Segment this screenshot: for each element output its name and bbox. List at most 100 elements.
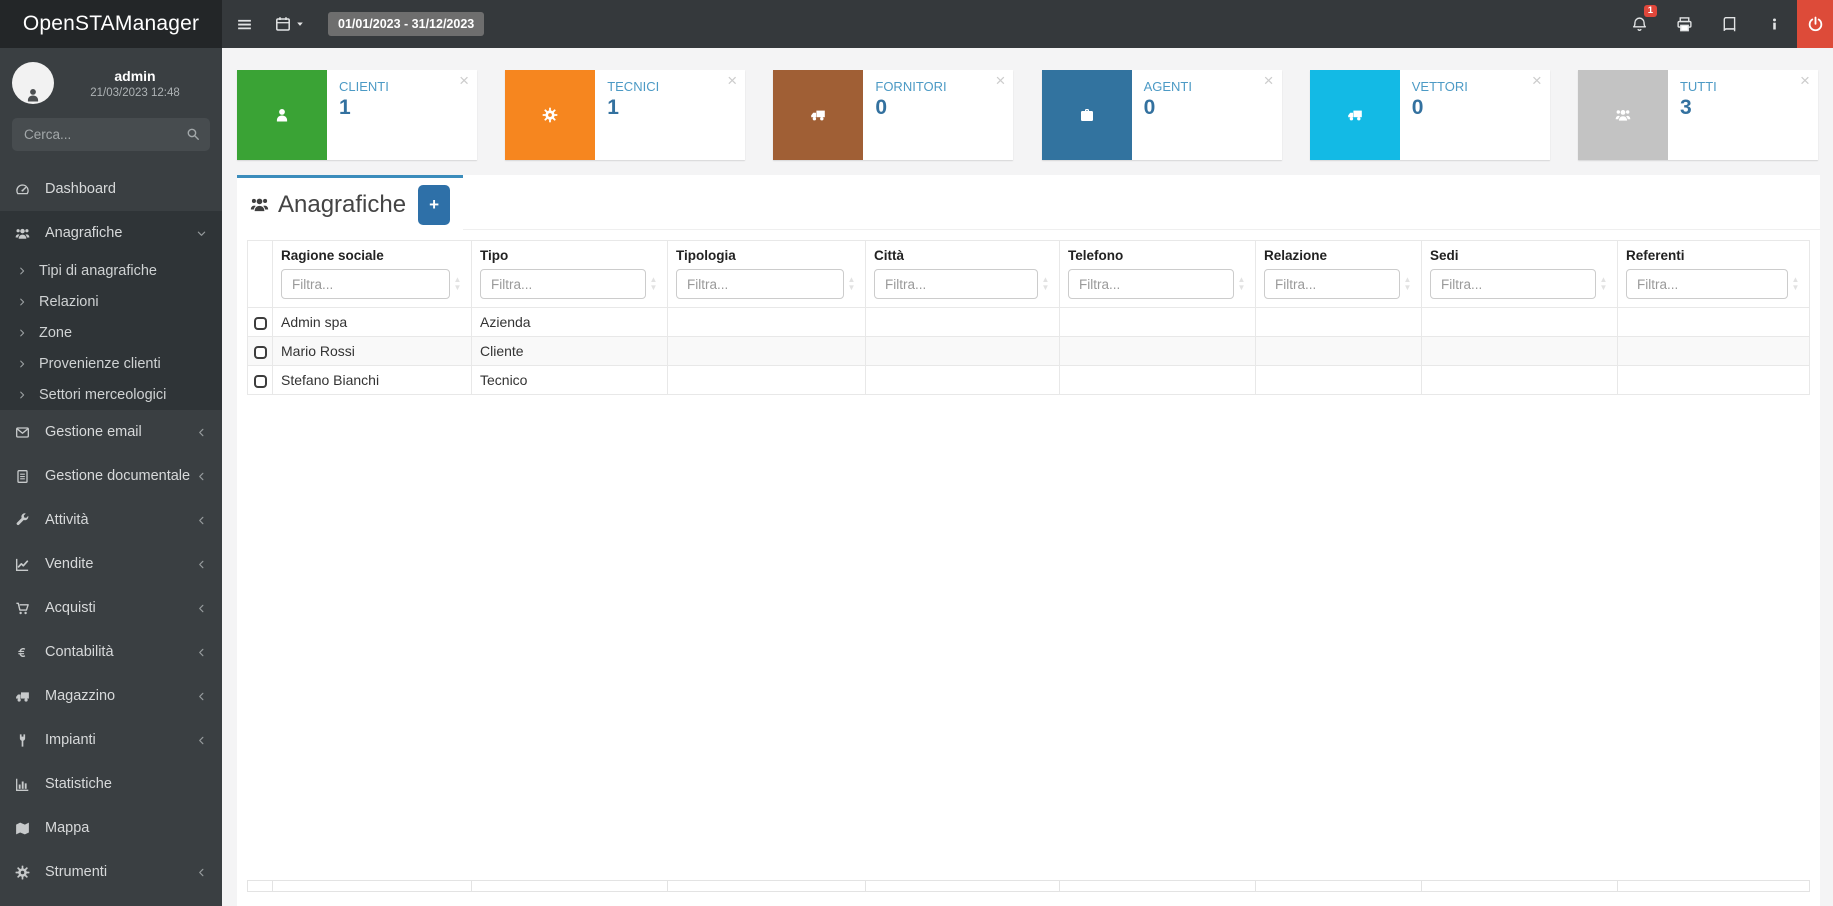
sidebar-subitem-relazioni[interactable]: Relazioni <box>0 286 222 317</box>
sidebar-item-dashboard[interactable]: Dashboard <box>0 167 222 211</box>
chevron-left-icon <box>196 471 207 482</box>
filter-input-ragione-sociale[interactable] <box>281 269 450 299</box>
table-cell[interactable] <box>667 336 866 366</box>
sidebar-item-label: Impianti <box>45 732 96 748</box>
tab-anagrafiche[interactable]: Anagrafiche + <box>237 175 463 231</box>
sort-carets-icon[interactable]: ▲ ▼ <box>1596 269 1611 292</box>
row-checkbox[interactable] <box>253 316 267 330</box>
notifications-button[interactable]: 1 <box>1617 0 1662 48</box>
close-icon[interactable]: × <box>1264 71 1274 91</box>
table-cell[interactable] <box>865 336 1060 366</box>
docs-button[interactable] <box>1707 0 1752 48</box>
table-cell[interactable] <box>1059 336 1256 366</box>
table-cell[interactable] <box>1255 365 1422 395</box>
bell-icon <box>1631 16 1648 33</box>
sidebar-item-vendite[interactable]: Vendite <box>0 542 222 586</box>
stat-card-fornitori[interactable]: FORNITORI 0 × <box>773 70 1014 160</box>
row-checkbox[interactable] <box>253 345 267 359</box>
search-input[interactable] <box>12 118 210 151</box>
sort-carets-icon[interactable]: ▲ ▼ <box>1038 269 1053 292</box>
close-icon[interactable]: × <box>995 71 1005 91</box>
sidebar-item-acquisti[interactable]: Acquisti <box>0 586 222 630</box>
sidebar-item-gestione-email[interactable]: Gestione email <box>0 410 222 454</box>
sidebar-subitem-tipi-di-anagrafiche[interactable]: Tipi di anagrafiche <box>0 255 222 286</box>
sidebar-item-contabilita[interactable]: Contabilità <box>0 630 222 674</box>
sort-carets-icon[interactable]: ▲ ▼ <box>844 269 859 292</box>
search-icon <box>186 127 200 141</box>
add-record-button[interactable]: + <box>418 184 450 225</box>
table-row[interactable]: Mario Rossi Cliente <box>247 336 1810 366</box>
sort-carets-icon[interactable]: ▲ ▼ <box>1400 269 1415 292</box>
table-cell[interactable] <box>1617 307 1810 337</box>
table-cell[interactable] <box>1255 307 1422 337</box>
chevron-down-icon <box>196 228 207 239</box>
table-cell[interactable] <box>1421 365 1618 395</box>
sort-carets-icon[interactable]: ▲ ▼ <box>1234 269 1249 292</box>
footer-cell <box>248 881 273 891</box>
stat-card-clienti[interactable]: CLIENTI 1 × <box>237 70 477 160</box>
table-cell[interactable]: Azienda <box>471 307 668 337</box>
sidebar-toggle-button[interactable] <box>222 0 266 48</box>
filter-input-telefono[interactable] <box>1068 269 1234 299</box>
row-checkbox-cell <box>247 365 273 395</box>
table-cell[interactable]: Admin spa <box>272 307 472 337</box>
sidebar-item-gestione-documentale[interactable]: Gestione documentale <box>0 454 222 498</box>
stat-card-tutti[interactable]: TUTTI 3 × <box>1577 70 1818 160</box>
select-all-header <box>247 240 273 308</box>
chevron-left-icon <box>196 647 207 658</box>
sidebar-subitem-provenienze-clienti[interactable]: Provenienze clienti <box>0 348 222 379</box>
table-cell[interactable] <box>1059 365 1256 395</box>
stat-card-tecnici[interactable]: TECNICI 1 × <box>505 70 746 160</box>
sidebar-item-strumenti[interactable]: Strumenti <box>0 850 222 894</box>
sidebar-subitem-settori-merceologici[interactable]: Settori merceologici <box>0 379 222 410</box>
filter-input-referenti[interactable] <box>1626 269 1788 299</box>
app-logo[interactable]: OpenSTAManager <box>0 0 222 48</box>
sidebar-item-impianti[interactable]: Impianti <box>0 718 222 762</box>
logout-button[interactable] <box>1797 0 1833 48</box>
sidebar-item-anagrafiche[interactable]: Anagrafiche <box>0 211 222 255</box>
table-cell[interactable]: Cliente <box>471 336 668 366</box>
table-cell[interactable] <box>1059 307 1256 337</box>
topbar: 01/01/2023 - 31/12/2023 1 <box>222 0 1833 48</box>
period-selector-button[interactable] <box>266 0 314 48</box>
table-cell[interactable] <box>865 307 1060 337</box>
table-cell[interactable]: Tecnico <box>471 365 668 395</box>
table-cell[interactable] <box>1617 336 1810 366</box>
date-range-badge[interactable]: 01/01/2023 - 31/12/2023 <box>328 12 485 36</box>
table-cell[interactable] <box>1421 336 1618 366</box>
sidebar-item-mappa[interactable]: Mappa <box>0 806 222 850</box>
table-cell[interactable] <box>1421 307 1618 337</box>
table-cell[interactable]: Mario Rossi <box>272 336 472 366</box>
filter-input-tipo[interactable] <box>480 269 646 299</box>
table-row[interactable]: Stefano Bianchi Tecnico <box>247 365 1810 395</box>
footer-cell <box>668 881 866 891</box>
table-cell[interactable] <box>667 307 866 337</box>
sort-carets-icon[interactable]: ▲ ▼ <box>1788 269 1803 292</box>
table-cell[interactable] <box>667 365 866 395</box>
table-row[interactable]: Admin spa Azienda <box>247 307 1810 337</box>
close-icon[interactable]: × <box>727 71 737 91</box>
filter-input-citta[interactable] <box>874 269 1038 299</box>
close-icon[interactable]: × <box>459 71 469 91</box>
table-cell[interactable] <box>1617 365 1810 395</box>
table-cell[interactable] <box>865 365 1060 395</box>
stat-card-agenti[interactable]: AGENTI 0 × <box>1041 70 1282 160</box>
sidebar-subitem-zone[interactable]: Zone <box>0 317 222 348</box>
table-cell[interactable]: Stefano Bianchi <box>272 365 472 395</box>
filter-input-tipologia[interactable] <box>676 269 844 299</box>
sidebar-menu: Dashboard Anagrafiche Tipi di anagrafiche R… <box>0 167 222 894</box>
close-icon[interactable]: × <box>1532 71 1542 91</box>
table-cell[interactable] <box>1255 336 1422 366</box>
filter-input-sedi[interactable] <box>1430 269 1596 299</box>
stat-card-vettori[interactable]: VETTORI 0 × <box>1309 70 1550 160</box>
filter-input-relazione[interactable] <box>1264 269 1400 299</box>
sidebar-item-magazzino[interactable]: Magazzino <box>0 674 222 718</box>
print-button[interactable] <box>1662 0 1707 48</box>
row-checkbox[interactable] <box>253 374 267 388</box>
sidebar-item-attivita[interactable]: Attività <box>0 498 222 542</box>
info-button[interactable] <box>1752 0 1797 48</box>
sort-carets-icon[interactable]: ▲ ▼ <box>646 269 661 292</box>
sidebar-item-statistiche[interactable]: Statistiche <box>0 762 222 806</box>
sort-carets-icon[interactable]: ▲ ▼ <box>450 269 465 292</box>
close-icon[interactable]: × <box>1800 71 1810 91</box>
